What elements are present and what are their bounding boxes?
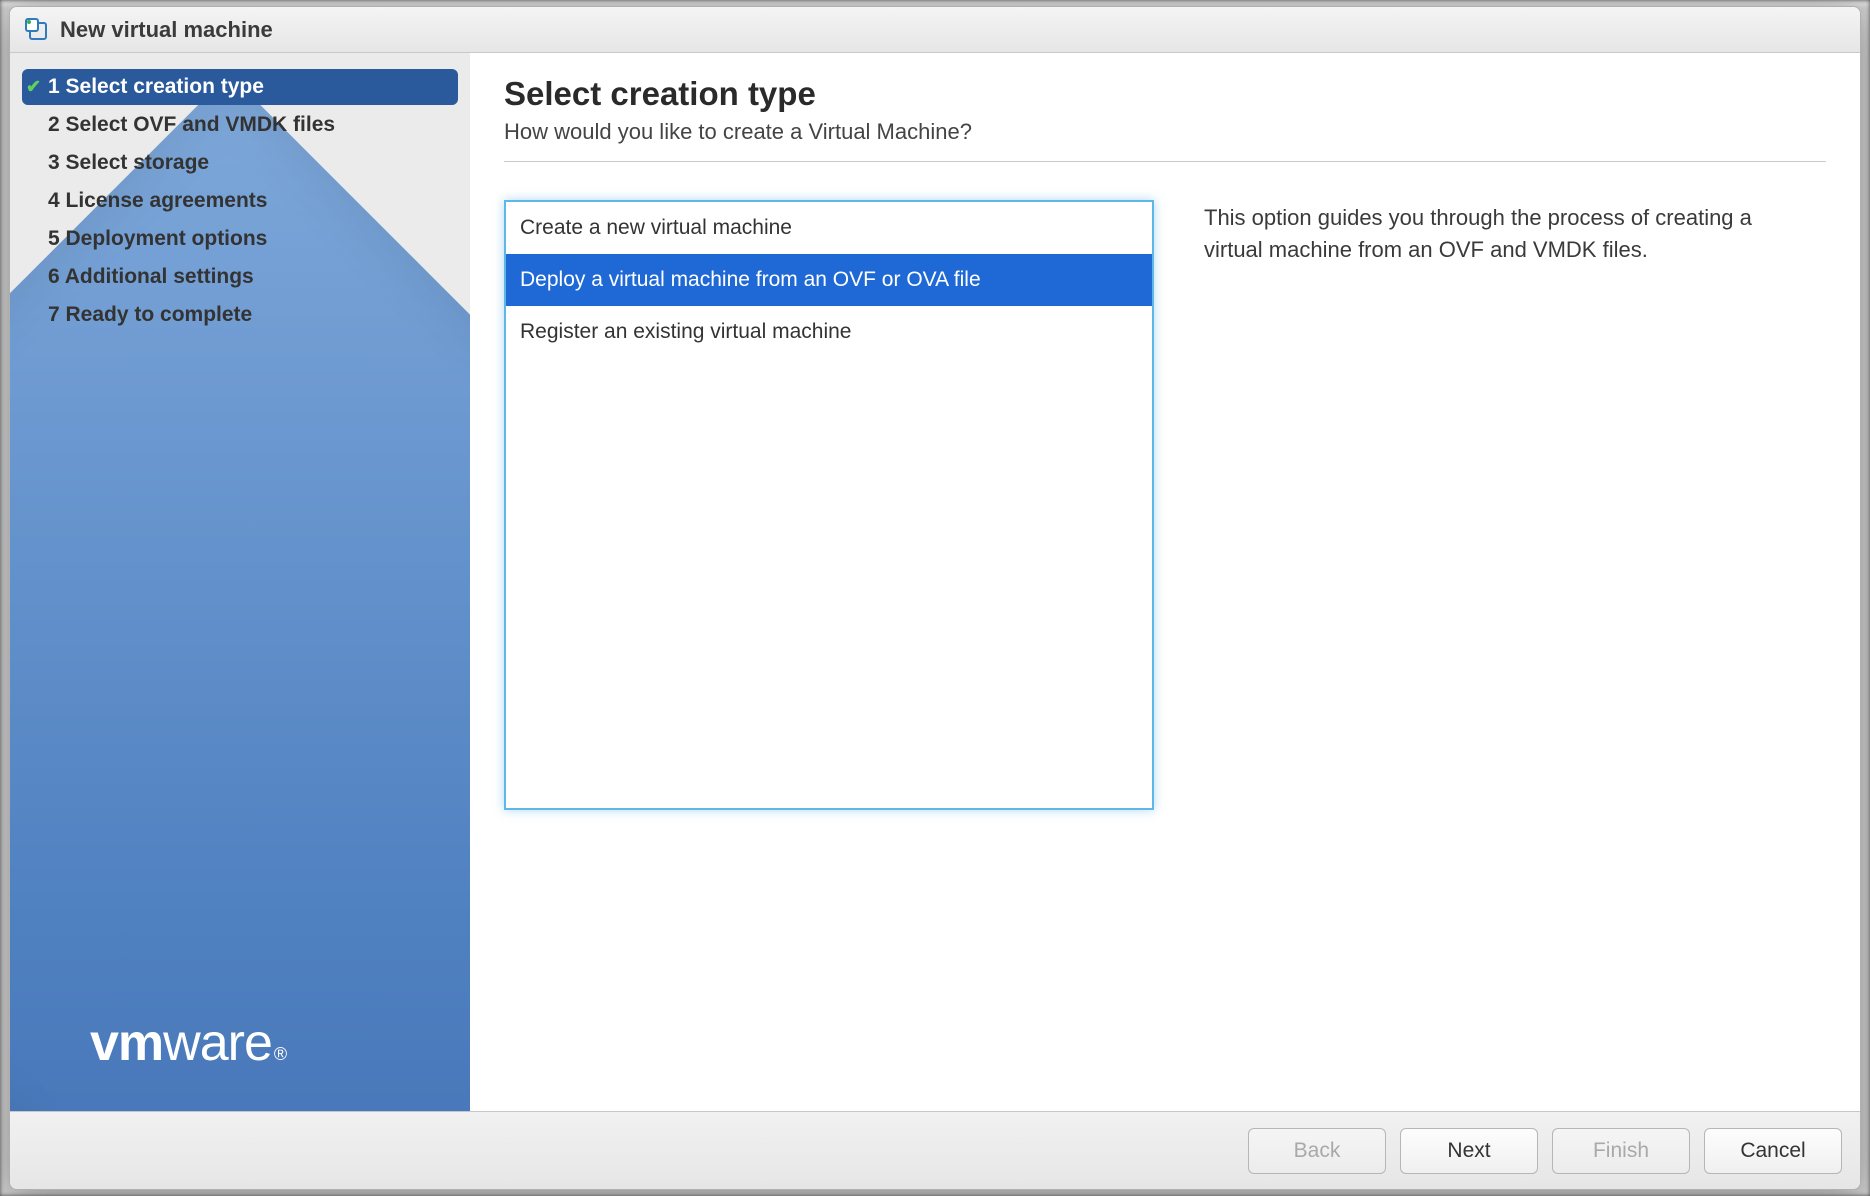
vm-icon [24, 17, 50, 43]
wizard-step-7[interactable]: 7 Ready to complete [22, 297, 458, 333]
wizard-step-4[interactable]: 4 License agreements [22, 183, 458, 219]
modal-title: New virtual machine [60, 17, 273, 43]
wizard-step-3[interactable]: 3 Select storage [22, 145, 458, 181]
step-label: 3 Select storage [48, 151, 209, 175]
step-label: 5 Deployment options [48, 227, 267, 251]
step-label: 1 Select creation type [48, 75, 264, 99]
cancel-button[interactable]: Cancel [1704, 1128, 1842, 1174]
step-label: 2 Select OVF and VMDK files [48, 113, 335, 137]
wizard-content: Select creation type How would you like … [470, 53, 1860, 1111]
creation-option[interactable]: Create a new virtual machine [506, 202, 1152, 254]
page-subtitle: How would you like to create a Virtual M… [504, 119, 1826, 162]
wizard-step-2[interactable]: 2 Select OVF and VMDK files [22, 107, 458, 143]
wizard-steps: ✔ 1 Select creation type 2 Select OVF and … [10, 53, 470, 333]
check-icon: ✔ [26, 77, 41, 98]
wizard-sidebar: ✔ 1 Select creation type 2 Select OVF and … [10, 53, 470, 1111]
step-label: 4 License agreements [48, 189, 267, 213]
option-description: This option guides you through the proce… [1204, 200, 1826, 810]
wizard-step-1[interactable]: ✔ 1 Select creation type [22, 69, 458, 105]
step-label: 7 Ready to complete [48, 303, 252, 327]
creation-type-panel: Create a new virtual machineDeploy a vir… [504, 200, 1826, 810]
back-button[interactable]: Back [1248, 1128, 1386, 1174]
creation-option[interactable]: Deploy a virtual machine from an OVF or … [506, 254, 1152, 306]
wizard-modal: New virtual machine ✔ 1 Select creation t… [9, 6, 1861, 1190]
modal-body: ✔ 1 Select creation type 2 Select OVF and … [10, 53, 1860, 1111]
modal-header: New virtual machine [10, 7, 1860, 53]
creation-option[interactable]: Register an existing virtual machine [506, 306, 1152, 358]
wizard-step-6[interactable]: 6 Additional settings [22, 259, 458, 295]
vmware-logo: vmware® [90, 1013, 286, 1073]
finish-button[interactable]: Finish [1552, 1128, 1690, 1174]
wizard-step-5[interactable]: 5 Deployment options [22, 221, 458, 257]
step-label: 6 Additional settings [48, 265, 254, 289]
next-button[interactable]: Next [1400, 1128, 1538, 1174]
modal-footer: Back Next Finish Cancel [10, 1111, 1860, 1189]
creation-type-listbox[interactable]: Create a new virtual machineDeploy a vir… [504, 200, 1154, 810]
page-heading: Select creation type [504, 75, 1826, 113]
